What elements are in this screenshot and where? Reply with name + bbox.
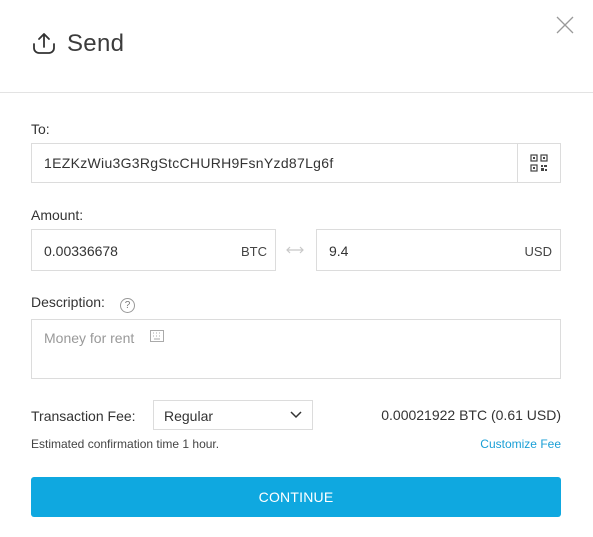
btc-amount-input[interactable]: 0.00336678 BTC bbox=[31, 229, 276, 271]
estimated-confirmation-time: Estimated confirmation time 1 hour. bbox=[31, 437, 220, 451]
customize-fee-link[interactable]: Customize Fee bbox=[480, 437, 561, 451]
description-label: Description: bbox=[31, 294, 105, 310]
to-label: To: bbox=[31, 121, 50, 137]
recipient-address-value[interactable]: 1EZKzWiu3G3RgStcCHURH9FsnYzd87Lg6f bbox=[44, 155, 334, 171]
fee-level-value: Regular bbox=[164, 408, 214, 424]
keyboard-icon[interactable] bbox=[150, 330, 164, 342]
usd-unit-label: USD bbox=[524, 244, 552, 259]
swap-arrows-icon bbox=[286, 246, 304, 254]
fee-amount: 0.00021922 BTC (0.61 USD) bbox=[381, 407, 561, 423]
usd-amount-input[interactable]: 9.4 USD bbox=[316, 229, 561, 271]
qr-code-button[interactable] bbox=[517, 144, 560, 182]
help-icon[interactable]: ? bbox=[120, 298, 135, 313]
btc-unit-label: BTC bbox=[241, 244, 267, 259]
close-icon[interactable] bbox=[554, 14, 576, 36]
amount-label: Amount: bbox=[31, 207, 84, 223]
btc-amount-value[interactable]: 0.00336678 bbox=[44, 243, 118, 259]
chevron-down-icon bbox=[290, 411, 302, 419]
dialog-header: Send bbox=[0, 0, 593, 93]
continue-button[interactable]: CONTINUE bbox=[31, 477, 561, 517]
fee-level-select[interactable]: Regular bbox=[153, 400, 313, 430]
dialog-title: Send bbox=[67, 30, 125, 57]
upload-icon bbox=[33, 33, 55, 54]
description-placeholder[interactable]: Money for rent bbox=[44, 330, 134, 346]
recipient-address-field[interactable]: 1EZKzWiu3G3RgStcCHURH9FsnYzd87Lg6f bbox=[31, 143, 561, 183]
qr-code-icon bbox=[530, 154, 548, 172]
usd-amount-value[interactable]: 9.4 bbox=[329, 243, 348, 259]
description-input[interactable]: Money for rent bbox=[31, 319, 561, 379]
fee-label: Transaction Fee: bbox=[31, 408, 136, 424]
